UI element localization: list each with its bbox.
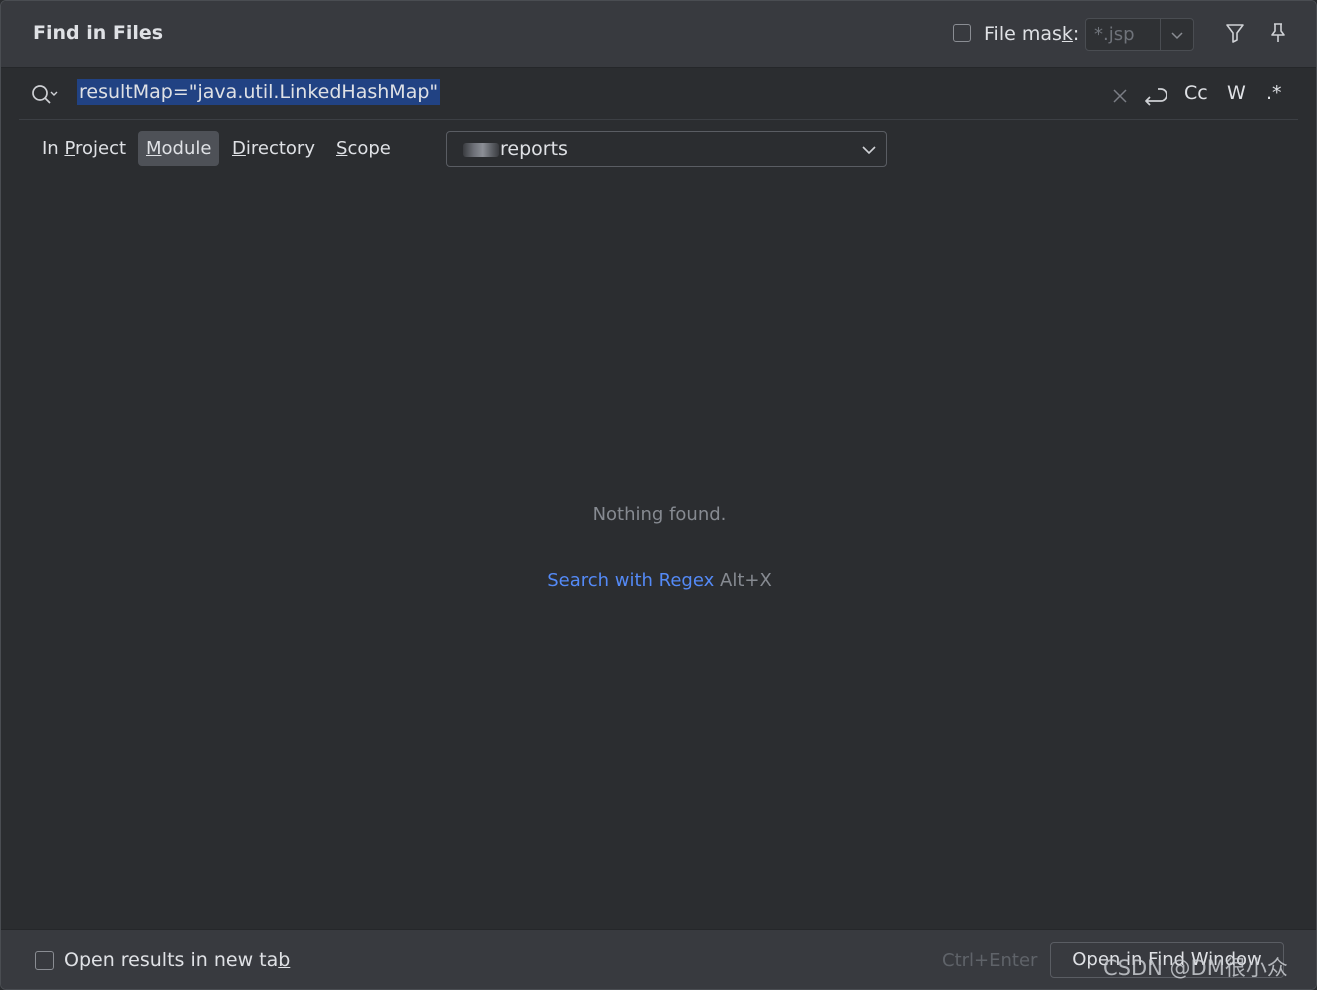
module-icon (463, 143, 499, 157)
open-new-tab-checkbox[interactable] (35, 951, 54, 970)
search-icon[interactable] (30, 82, 60, 108)
search-divider (19, 119, 1298, 120)
tab-scope[interactable]: Scope (328, 131, 399, 166)
open-new-tab-label[interactable]: Open results in new tab (64, 949, 290, 971)
module-select-value: reports (500, 138, 568, 160)
file-mask-input[interactable]: *.jsp (1094, 24, 1135, 45)
filter-icon[interactable] (1223, 21, 1247, 45)
module-select[interactable]: reports (446, 131, 887, 167)
file-mask-separator (1160, 19, 1161, 50)
regex-shortcut: Alt+X (720, 570, 772, 591)
tab-in-project[interactable]: In Project (34, 131, 134, 166)
words-toggle[interactable]: W (1227, 82, 1246, 104)
match-case-toggle[interactable]: Cc (1184, 82, 1208, 104)
pin-icon[interactable] (1266, 21, 1290, 45)
dialog-title: Find in Files (33, 22, 164, 44)
open-shortcut: Ctrl+Enter (942, 950, 1038, 971)
empty-results-message: Nothing found. (592, 504, 727, 525)
regex-suggestion: Search with Regex Alt+X (1, 570, 1316, 591)
tab-directory[interactable]: Directory (224, 131, 323, 166)
search-with-regex-link[interactable]: Search with Regex (547, 570, 714, 591)
find-in-files-dialog: Find in Files File mask: *.jsp resultMap… (0, 0, 1317, 990)
file-mask-label[interactable]: File mask: (984, 23, 1079, 45)
clear-icon[interactable] (1111, 83, 1129, 107)
search-row: resultMap="java.util.LinkedHashMap" Cc W… (1, 67, 1316, 121)
newline-icon[interactable] (1141, 83, 1167, 107)
dialog-header: Find in Files File mask: *.jsp (1, 1, 1316, 68)
file-mask-combo[interactable]: *.jsp (1085, 18, 1194, 51)
search-input[interactable]: resultMap="java.util.LinkedHashMap" (77, 79, 441, 105)
file-mask-checkbox[interactable] (953, 24, 971, 42)
regex-toggle[interactable]: .* (1266, 82, 1282, 104)
tab-module[interactable]: Module (138, 131, 220, 166)
chevron-down-icon[interactable] (1170, 28, 1184, 42)
watermark: CSDN @DM很小众 (1103, 956, 1288, 980)
chevron-down-icon[interactable] (861, 143, 877, 157)
